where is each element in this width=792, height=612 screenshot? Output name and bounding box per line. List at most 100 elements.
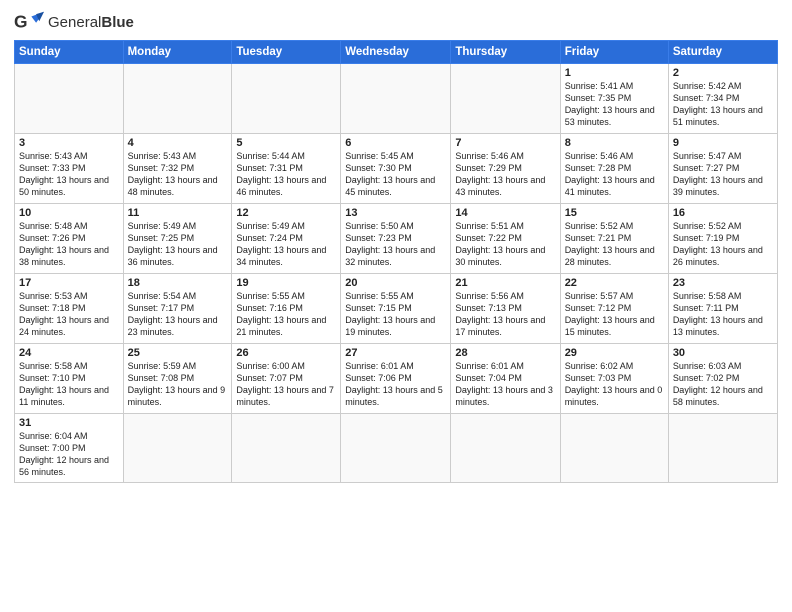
day-info: Sunrise: 6:03 AM Sunset: 7:02 PM Dayligh…	[673, 360, 773, 409]
day-number: 4	[128, 137, 228, 149]
calendar-day-cell: 8Sunrise: 5:46 AM Sunset: 7:28 PM Daylig…	[560, 134, 668, 204]
day-number: 21	[455, 277, 555, 289]
day-number: 19	[236, 277, 336, 289]
day-info: Sunrise: 5:50 AM Sunset: 7:23 PM Dayligh…	[345, 220, 446, 269]
day-info: Sunrise: 5:52 AM Sunset: 7:21 PM Dayligh…	[565, 220, 664, 269]
calendar-day-cell: 27Sunrise: 6:01 AM Sunset: 7:06 PM Dayli…	[341, 344, 451, 414]
day-info: Sunrise: 6:00 AM Sunset: 7:07 PM Dayligh…	[236, 360, 336, 409]
day-number: 30	[673, 347, 773, 359]
day-number: 16	[673, 207, 773, 219]
day-info: Sunrise: 5:46 AM Sunset: 7:28 PM Dayligh…	[565, 150, 664, 199]
day-number: 13	[345, 207, 446, 219]
day-number: 22	[565, 277, 664, 289]
day-number: 3	[19, 137, 119, 149]
day-info: Sunrise: 5:41 AM Sunset: 7:35 PM Dayligh…	[565, 80, 664, 129]
calendar-day-cell: 26Sunrise: 6:00 AM Sunset: 7:07 PM Dayli…	[232, 344, 341, 414]
day-info: Sunrise: 5:55 AM Sunset: 7:15 PM Dayligh…	[345, 290, 446, 339]
calendar-col-header: Thursday	[451, 41, 560, 64]
day-info: Sunrise: 5:43 AM Sunset: 7:32 PM Dayligh…	[128, 150, 228, 199]
calendar-col-header: Wednesday	[341, 41, 451, 64]
day-number: 1	[565, 67, 664, 79]
calendar-day-cell: 17Sunrise: 5:53 AM Sunset: 7:18 PM Dayli…	[15, 274, 124, 344]
calendar-col-header: Friday	[560, 41, 668, 64]
day-info: Sunrise: 5:49 AM Sunset: 7:25 PM Dayligh…	[128, 220, 228, 269]
day-number: 11	[128, 207, 228, 219]
day-info: Sunrise: 6:01 AM Sunset: 7:04 PM Dayligh…	[455, 360, 555, 409]
calendar-day-cell: 1Sunrise: 5:41 AM Sunset: 7:35 PM Daylig…	[560, 64, 668, 134]
day-info: Sunrise: 5:45 AM Sunset: 7:30 PM Dayligh…	[345, 150, 446, 199]
calendar-week-row: 31Sunrise: 6:04 AM Sunset: 7:00 PM Dayli…	[15, 414, 778, 483]
day-info: Sunrise: 5:52 AM Sunset: 7:19 PM Dayligh…	[673, 220, 773, 269]
calendar-day-cell: 19Sunrise: 5:55 AM Sunset: 7:16 PM Dayli…	[232, 274, 341, 344]
day-number: 8	[565, 137, 664, 149]
day-number: 14	[455, 207, 555, 219]
calendar-header-row: SundayMondayTuesdayWednesdayThursdayFrid…	[15, 41, 778, 64]
calendar-day-cell	[341, 64, 451, 134]
day-number: 15	[565, 207, 664, 219]
calendar-col-header: Saturday	[668, 41, 777, 64]
day-info: Sunrise: 5:59 AM Sunset: 7:08 PM Dayligh…	[128, 360, 228, 409]
day-info: Sunrise: 5:46 AM Sunset: 7:29 PM Dayligh…	[455, 150, 555, 199]
calendar-day-cell: 23Sunrise: 5:58 AM Sunset: 7:11 PM Dayli…	[668, 274, 777, 344]
calendar-day-cell	[451, 414, 560, 483]
page: G GeneralBlue SundayMondayTuesdayWednesd…	[0, 0, 792, 612]
day-info: Sunrise: 5:42 AM Sunset: 7:34 PM Dayligh…	[673, 80, 773, 129]
day-info: Sunrise: 5:57 AM Sunset: 7:12 PM Dayligh…	[565, 290, 664, 339]
calendar-day-cell: 31Sunrise: 6:04 AM Sunset: 7:00 PM Dayli…	[15, 414, 124, 483]
logo: G GeneralBlue	[14, 10, 134, 34]
calendar-day-cell: 25Sunrise: 5:59 AM Sunset: 7:08 PM Dayli…	[123, 344, 232, 414]
calendar-day-cell: 6Sunrise: 5:45 AM Sunset: 7:30 PM Daylig…	[341, 134, 451, 204]
calendar-day-cell: 24Sunrise: 5:58 AM Sunset: 7:10 PM Dayli…	[15, 344, 124, 414]
day-number: 26	[236, 347, 336, 359]
calendar-day-cell: 18Sunrise: 5:54 AM Sunset: 7:17 PM Dayli…	[123, 274, 232, 344]
calendar-day-cell	[668, 414, 777, 483]
day-number: 10	[19, 207, 119, 219]
day-info: Sunrise: 5:58 AM Sunset: 7:10 PM Dayligh…	[19, 360, 119, 409]
calendar-day-cell	[560, 414, 668, 483]
day-info: Sunrise: 5:54 AM Sunset: 7:17 PM Dayligh…	[128, 290, 228, 339]
calendar-day-cell: 20Sunrise: 5:55 AM Sunset: 7:15 PM Dayli…	[341, 274, 451, 344]
calendar-day-cell: 30Sunrise: 6:03 AM Sunset: 7:02 PM Dayli…	[668, 344, 777, 414]
calendar-day-cell	[15, 64, 124, 134]
day-info: Sunrise: 5:43 AM Sunset: 7:33 PM Dayligh…	[19, 150, 119, 199]
day-info: Sunrise: 6:01 AM Sunset: 7:06 PM Dayligh…	[345, 360, 446, 409]
calendar-day-cell	[123, 64, 232, 134]
day-number: 31	[19, 417, 119, 429]
day-info: Sunrise: 5:47 AM Sunset: 7:27 PM Dayligh…	[673, 150, 773, 199]
day-number: 29	[565, 347, 664, 359]
calendar-week-row: 10Sunrise: 5:48 AM Sunset: 7:26 PM Dayli…	[15, 204, 778, 274]
calendar-table: SundayMondayTuesdayWednesdayThursdayFrid…	[14, 40, 778, 483]
calendar-day-cell: 7Sunrise: 5:46 AM Sunset: 7:29 PM Daylig…	[451, 134, 560, 204]
calendar-day-cell	[341, 414, 451, 483]
calendar-day-cell: 13Sunrise: 5:50 AM Sunset: 7:23 PM Dayli…	[341, 204, 451, 274]
day-number: 9	[673, 137, 773, 149]
calendar-week-row: 24Sunrise: 5:58 AM Sunset: 7:10 PM Dayli…	[15, 344, 778, 414]
calendar-day-cell: 29Sunrise: 6:02 AM Sunset: 7:03 PM Dayli…	[560, 344, 668, 414]
calendar-week-row: 3Sunrise: 5:43 AM Sunset: 7:33 PM Daylig…	[15, 134, 778, 204]
header: G GeneralBlue	[14, 10, 778, 34]
day-number: 12	[236, 207, 336, 219]
day-number: 24	[19, 347, 119, 359]
calendar-day-cell: 9Sunrise: 5:47 AM Sunset: 7:27 PM Daylig…	[668, 134, 777, 204]
day-info: Sunrise: 6:02 AM Sunset: 7:03 PM Dayligh…	[565, 360, 664, 409]
calendar-week-row: 17Sunrise: 5:53 AM Sunset: 7:18 PM Dayli…	[15, 274, 778, 344]
calendar-col-header: Sunday	[15, 41, 124, 64]
calendar-day-cell: 12Sunrise: 5:49 AM Sunset: 7:24 PM Dayli…	[232, 204, 341, 274]
calendar-day-cell: 2Sunrise: 5:42 AM Sunset: 7:34 PM Daylig…	[668, 64, 777, 134]
day-info: Sunrise: 5:49 AM Sunset: 7:24 PM Dayligh…	[236, 220, 336, 269]
logo-text: GeneralBlue	[48, 14, 134, 31]
day-number: 20	[345, 277, 446, 289]
day-info: Sunrise: 6:04 AM Sunset: 7:00 PM Dayligh…	[19, 430, 119, 479]
day-number: 17	[19, 277, 119, 289]
day-number: 27	[345, 347, 446, 359]
calendar-day-cell: 11Sunrise: 5:49 AM Sunset: 7:25 PM Dayli…	[123, 204, 232, 274]
calendar-col-header: Monday	[123, 41, 232, 64]
calendar-day-cell	[123, 414, 232, 483]
day-number: 7	[455, 137, 555, 149]
day-number: 23	[673, 277, 773, 289]
day-info: Sunrise: 5:48 AM Sunset: 7:26 PM Dayligh…	[19, 220, 119, 269]
calendar-day-cell	[232, 414, 341, 483]
day-info: Sunrise: 5:56 AM Sunset: 7:13 PM Dayligh…	[455, 290, 555, 339]
day-number: 5	[236, 137, 336, 149]
day-info: Sunrise: 5:53 AM Sunset: 7:18 PM Dayligh…	[19, 290, 119, 339]
